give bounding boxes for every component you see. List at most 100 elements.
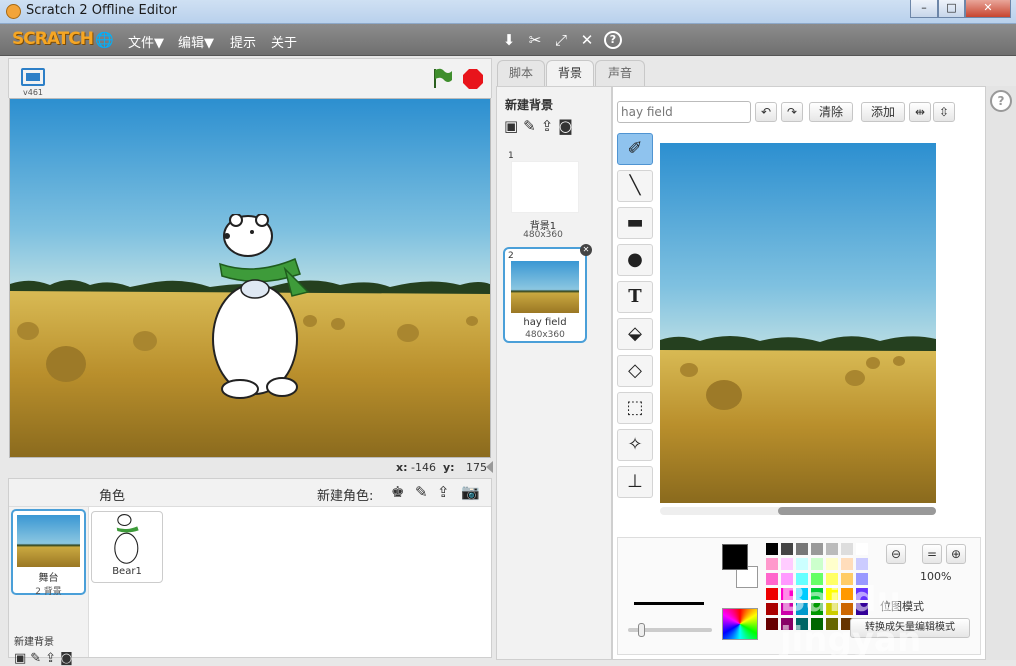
magic-select-tool-icon[interactable]: ✧: [617, 429, 653, 461]
costume-name-input[interactable]: [617, 101, 751, 123]
select-tool-icon[interactable]: ⬚: [617, 392, 653, 424]
palette-swatch[interactable]: [856, 543, 868, 555]
tab-scripts[interactable]: 脚本: [497, 60, 545, 86]
palette-swatch[interactable]: [766, 603, 778, 615]
cut-icon[interactable]: ✂: [526, 31, 544, 49]
palette-swatch[interactable]: [856, 603, 868, 615]
paint-sprite-icon[interactable]: ✎: [415, 483, 428, 501]
bear-sprite[interactable]: [200, 214, 315, 404]
palette-swatch[interactable]: [811, 558, 823, 570]
color-picker-gradient[interactable]: [722, 608, 758, 640]
palette-swatch[interactable]: [811, 588, 823, 600]
palette-swatch[interactable]: [841, 558, 853, 570]
close-button[interactable]: ✕: [965, 0, 1011, 18]
backdrop-item-2[interactable]: 2 hay field 480x360 ✕: [503, 244, 592, 343]
zoom-reset-icon[interactable]: =: [922, 544, 942, 564]
palette-swatch[interactable]: [781, 618, 793, 630]
new-backdrop-icons[interactable]: ▣✎⇪◙: [14, 651, 77, 666]
palette-swatch[interactable]: [856, 558, 868, 570]
ellipse-tool-icon[interactable]: ●: [617, 244, 653, 276]
green-flag-icon[interactable]: [431, 67, 453, 89]
stage-thumbnail[interactable]: 舞台 2 背景: [11, 509, 86, 597]
menu-about[interactable]: 关于: [271, 32, 297, 51]
camera-sprite-icon[interactable]: 📷: [461, 483, 480, 501]
palette-swatch[interactable]: [766, 558, 778, 570]
collapse-stage-icon[interactable]: [486, 461, 493, 473]
line-tool-icon[interactable]: ╲: [617, 170, 653, 202]
menu-tips[interactable]: 提示: [230, 32, 256, 51]
palette-swatch[interactable]: [781, 573, 793, 585]
palette-swatch[interactable]: [796, 618, 808, 630]
flip-horizontal-icon[interactable]: ⇹: [909, 102, 931, 122]
fill-tool-icon[interactable]: ⬙: [617, 318, 653, 350]
palette-swatch[interactable]: [766, 618, 778, 630]
palette-swatch[interactable]: [856, 588, 868, 600]
redo-icon[interactable]: ↷: [781, 102, 803, 122]
brush-tool-icon[interactable]: ✐: [617, 133, 653, 165]
tab-sounds[interactable]: 声音: [595, 60, 645, 86]
palette-swatch[interactable]: [841, 543, 853, 555]
palette-swatch[interactable]: [841, 588, 853, 600]
palette-swatch[interactable]: [811, 618, 823, 630]
sprite-thumbnail-bear1[interactable]: Bear1: [91, 511, 163, 583]
palette-swatch[interactable]: [781, 588, 793, 600]
maximize-button[interactable]: □: [938, 0, 965, 18]
add-button[interactable]: 添加: [861, 102, 905, 122]
flip-vertical-icon[interactable]: ⇳: [933, 102, 955, 122]
palette-swatch[interactable]: [811, 543, 823, 555]
grow-icon[interactable]: ⤢: [552, 31, 570, 49]
palette-swatch[interactable]: [796, 603, 808, 615]
primary-color-swatch[interactable]: [722, 544, 748, 570]
menu-file[interactable]: 文件▼: [128, 32, 164, 51]
line-width-slider[interactable]: [628, 623, 712, 637]
palette-swatch[interactable]: [781, 558, 793, 570]
stamp-icon[interactable]: ⬇: [500, 31, 518, 49]
language-globe-icon[interactable]: 🌐: [95, 31, 114, 49]
palette-swatch[interactable]: [766, 573, 778, 585]
shrink-icon[interactable]: ✕: [578, 31, 596, 49]
palette-swatch[interactable]: [811, 573, 823, 585]
palette-swatch[interactable]: [826, 558, 838, 570]
zoom-in-icon[interactable]: ⊕: [946, 544, 966, 564]
palette-swatch[interactable]: [766, 543, 778, 555]
stamp-tool-icon[interactable]: ⊥: [617, 466, 653, 498]
palette-swatch[interactable]: [856, 573, 868, 585]
palette-swatch[interactable]: [811, 603, 823, 615]
tips-help-icon[interactable]: ?: [990, 90, 1012, 112]
palette-swatch[interactable]: [841, 603, 853, 615]
tab-backdrops[interactable]: 背景: [546, 60, 594, 87]
palette-swatch[interactable]: [796, 558, 808, 570]
clear-button[interactable]: 清除: [809, 102, 853, 122]
palette-swatch[interactable]: [826, 588, 838, 600]
palette-swatch[interactable]: [796, 588, 808, 600]
stage-canvas[interactable]: [9, 98, 491, 458]
horizontal-scrollbar[interactable]: [660, 507, 936, 515]
stop-icon[interactable]: [462, 68, 484, 90]
text-tool-icon[interactable]: T: [617, 281, 653, 313]
backdrop-item-1[interactable]: 1 背景1 480x360: [503, 149, 583, 241]
undo-icon[interactable]: ↶: [755, 102, 777, 122]
palette-swatch[interactable]: [781, 543, 793, 555]
scrollbar-thumb[interactable]: [778, 507, 936, 515]
backdrop-source-icons[interactable]: ▣✎⇪◙: [504, 117, 578, 135]
palette-swatch[interactable]: [796, 573, 808, 585]
palette-swatch[interactable]: [826, 543, 838, 555]
paint-canvas[interactable]: [660, 143, 936, 503]
sprite-library-icon[interactable]: ♚: [391, 483, 404, 501]
palette-swatch[interactable]: [826, 618, 838, 630]
menu-edit[interactable]: 编辑▼: [178, 32, 214, 51]
palette-swatch[interactable]: [826, 603, 838, 615]
palette-swatch[interactable]: [796, 543, 808, 555]
palette-swatch[interactable]: [826, 573, 838, 585]
palette-swatch[interactable]: [781, 603, 793, 615]
delete-backdrop-icon[interactable]: ✕: [580, 244, 592, 256]
rectangle-tool-icon[interactable]: ▬: [617, 207, 653, 239]
upload-sprite-icon[interactable]: ⇪: [437, 483, 450, 501]
convert-to-vector-button[interactable]: 转换成矢量编辑模式: [850, 618, 970, 638]
palette-swatch[interactable]: [841, 573, 853, 585]
help-icon[interactable]: ?: [604, 31, 622, 49]
palette-swatch[interactable]: [766, 588, 778, 600]
zoom-out-icon[interactable]: ⊖: [886, 544, 906, 564]
scratch-logo[interactable]: SCRATCH: [12, 29, 94, 49]
eraser-tool-icon[interactable]: ◇: [617, 355, 653, 387]
